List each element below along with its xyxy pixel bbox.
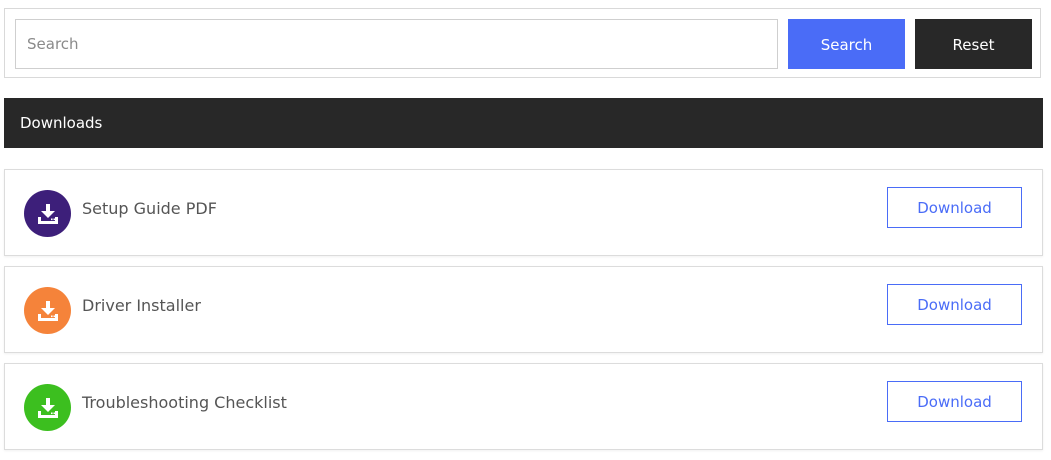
download-item-label: Setup Guide PDF [82,199,217,218]
download-item-label: Troubleshooting Checklist [82,393,287,412]
downloads-header: Downloads [4,98,1043,148]
download-icon [24,190,71,237]
download-item: Driver Installer Download [4,266,1043,353]
download-icon [24,287,71,334]
download-icon [24,384,71,431]
download-button[interactable]: Download [887,381,1022,422]
download-list: Setup Guide PDF Download Driver Installe… [4,169,1043,460]
download-item: Setup Guide PDF Download [4,169,1043,256]
download-button[interactable]: Download [887,284,1022,325]
download-item: Troubleshooting Checklist Download [4,363,1043,450]
search-bar: Search Reset [4,8,1041,78]
search-button[interactable]: Search [788,19,905,69]
search-input[interactable] [15,19,778,69]
download-button[interactable]: Download [887,187,1022,228]
reset-button[interactable]: Reset [915,19,1032,69]
download-item-label: Driver Installer [82,296,201,315]
